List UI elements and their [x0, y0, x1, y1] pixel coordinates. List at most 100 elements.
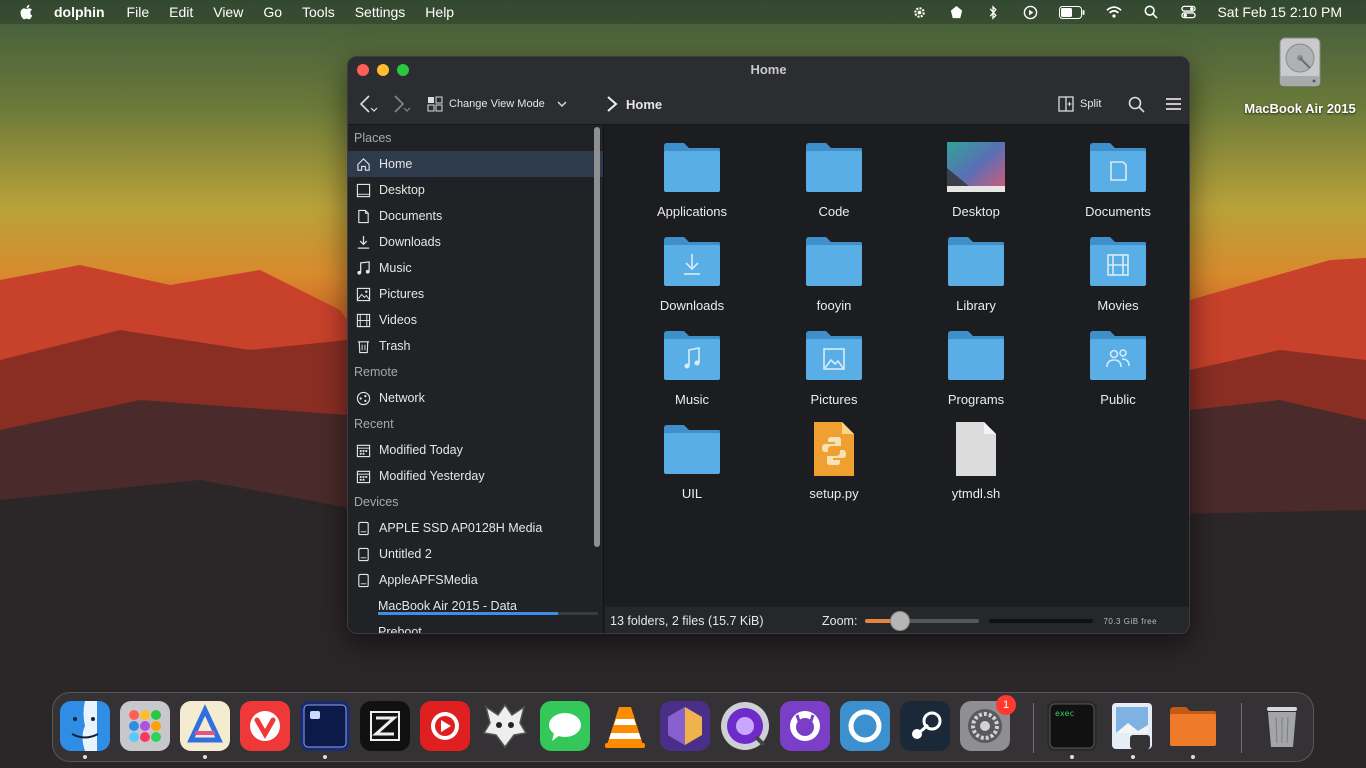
app-menu-icon[interactable] — [948, 4, 964, 20]
sidebar-item-music[interactable]: Music — [348, 255, 603, 281]
sidebar-item-label: Downloads — [379, 235, 441, 249]
notification-badge: 1 — [996, 695, 1016, 715]
control-center-icon[interactable] — [1180, 4, 1196, 20]
breadcrumb-home[interactable]: Home — [626, 97, 662, 112]
file-item-documents[interactable]: Documents — [1047, 139, 1189, 233]
folder-icon — [662, 139, 722, 195]
sidebar-item-modified-today[interactable]: Modified Today — [348, 437, 603, 463]
hamburger-menu-button[interactable] — [1165, 83, 1182, 125]
wifi-icon[interactable] — [1106, 4, 1123, 20]
zed-icon[interactable] — [360, 701, 410, 751]
sidebar-item-downloads[interactable]: Downloads — [348, 229, 603, 255]
window-titlebar[interactable]: Home — [348, 57, 1189, 83]
sidebar-item-videos[interactable]: Videos — [348, 307, 603, 333]
battery-icon[interactable] — [1059, 4, 1085, 20]
network-icon — [355, 390, 371, 406]
menu-settings[interactable]: Settings — [355, 4, 406, 20]
vlc-icon[interactable] — [600, 701, 650, 751]
menu-tools[interactable]: Tools — [302, 4, 335, 20]
gear-icon[interactable] — [911, 4, 927, 20]
sidebar-item-network[interactable]: Network — [348, 385, 603, 411]
affinity-icon[interactable] — [660, 701, 710, 751]
file-item-ytmdl-sh[interactable]: ytmdl.sh — [905, 421, 1047, 515]
finder-icon[interactable] — [60, 701, 110, 751]
file-item-applications[interactable]: Applications — [621, 139, 763, 233]
github-desktop-icon[interactable] — [780, 701, 830, 751]
terminal-app-icon[interactable] — [300, 701, 350, 751]
altstore-icon[interactable] — [180, 701, 230, 751]
breadcrumb[interactable]: Home — [606, 83, 662, 125]
menu-edit[interactable]: Edit — [169, 4, 193, 20]
vivaldi-icon[interactable] — [240, 701, 290, 751]
sidebar-item-documents[interactable]: Documents — [348, 203, 603, 229]
zoom-slider-knob[interactable] — [889, 611, 910, 631]
sidebar-item-modified-yesterday[interactable]: Modified Yesterday — [348, 463, 603, 489]
menu-view[interactable]: View — [213, 4, 243, 20]
hamburger-menu-icon — [1166, 98, 1181, 110]
file-item-library[interactable]: Library — [905, 233, 1047, 327]
menu-file[interactable]: File — [127, 4, 150, 20]
close-window-button[interactable] — [357, 64, 369, 76]
forward-button[interactable] — [390, 83, 412, 125]
folder-icon[interactable] — [1168, 701, 1218, 751]
menu-go[interactable]: Go — [263, 4, 282, 20]
search-button[interactable] — [1128, 83, 1145, 125]
file-item-label: Programs — [947, 392, 1005, 407]
file-item-label: Code — [818, 204, 850, 219]
system-settings-icon[interactable]: 1 — [960, 695, 1016, 751]
back-button[interactable] — [358, 83, 380, 125]
file-item-uil[interactable]: UIL — [621, 421, 763, 515]
trash-icon[interactable] — [1257, 701, 1307, 751]
sidebar-item-label: AppleAPFSMedia — [379, 573, 478, 587]
file-item-setup-py[interactable]: setup.py — [763, 421, 905, 515]
zoom-window-button[interactable] — [397, 64, 409, 76]
sidebar-item-device-preboot[interactable]: Preboot — [348, 619, 603, 633]
sidebar-scrollbar[interactable] — [594, 127, 600, 547]
sidebar-item-device-untitled[interactable]: Untitled 2 — [348, 541, 603, 567]
steam-icon[interactable] — [900, 701, 950, 751]
spotlight-search-icon[interactable] — [1143, 4, 1159, 20]
exec-terminal-icon[interactable]: exec — [1047, 701, 1097, 751]
youtube-music-icon[interactable] — [420, 701, 470, 751]
file-item-movies[interactable]: Movies — [1047, 233, 1189, 327]
sidebar-item-pictures[interactable]: Pictures — [348, 281, 603, 307]
messages-icon[interactable] — [540, 701, 590, 751]
lens-icon[interactable] — [840, 701, 890, 751]
chevron-down-icon — [557, 101, 567, 107]
file-item-music[interactable]: Music — [621, 327, 763, 421]
sidebar-item-desktop[interactable]: Desktop — [348, 177, 603, 203]
menu-app-name[interactable]: dolphin — [54, 4, 105, 20]
preview-icon[interactable] — [1108, 701, 1158, 751]
file-item-code[interactable]: Code — [763, 139, 905, 233]
minimize-window-button[interactable] — [377, 64, 389, 76]
running-indicator — [1191, 755, 1195, 759]
launchpad-icon[interactable] — [120, 701, 170, 751]
menu-clock[interactable]: Sat Feb 15 2:10 PM — [1217, 4, 1342, 20]
sidebar-item-trash[interactable]: Trash — [348, 333, 603, 359]
quicktime-icon[interactable] — [720, 701, 770, 751]
sidebar-item-device-ssd[interactable]: APPLE SSD AP0128H Media — [348, 515, 603, 541]
file-item-label: Music — [675, 392, 709, 407]
file-item-label: Downloads — [659, 298, 725, 313]
apple-logo-icon[interactable] — [18, 3, 36, 21]
sidebar-item-home[interactable]: Home — [348, 151, 603, 177]
folder-icon — [1088, 327, 1148, 383]
sidebar-item-device-apfs[interactable]: AppleAPFSMedia — [348, 567, 603, 593]
sidebar-item-label: Desktop — [379, 183, 425, 197]
menu-help[interactable]: Help — [425, 4, 454, 20]
sidebar-item-device-macbook-data[interactable]: MacBook Air 2015 - Data — [348, 593, 603, 619]
desktop-drive[interactable]: MacBook Air 2015 — [1240, 34, 1360, 116]
file-item-public[interactable]: Public — [1047, 327, 1189, 421]
file-item-desktop[interactable]: Desktop — [905, 139, 1047, 233]
zoom-slider[interactable] — [865, 611, 980, 631]
kde-icon[interactable] — [480, 701, 530, 751]
file-item-downloads[interactable]: Downloads — [621, 233, 763, 327]
play-circle-icon[interactable] — [1022, 4, 1038, 20]
file-item-programs[interactable]: Programs — [905, 327, 1047, 421]
change-view-mode-button[interactable]: Change View Mode — [427, 83, 567, 125]
file-item-fooyin[interactable]: fooyin — [763, 233, 905, 327]
split-button[interactable]: Split — [1058, 83, 1101, 125]
file-item-pictures[interactable]: Pictures — [763, 327, 905, 421]
sidebar-item-label: Pictures — [379, 287, 425, 301]
bluetooth-icon[interactable] — [985, 4, 1001, 20]
